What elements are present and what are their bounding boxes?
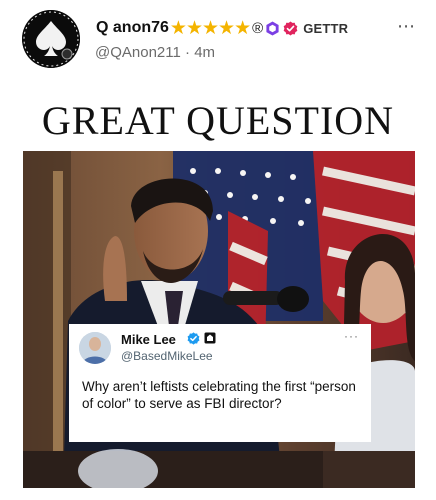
post-title: GREAT QUESTION bbox=[41, 98, 395, 143]
tweet-author-name[interactable]: Mike Lee bbox=[121, 332, 176, 347]
star-icon: ★ bbox=[169, 17, 187, 39]
spade-avatar-icon bbox=[22, 10, 80, 68]
more-options-button[interactable]: ⋯ bbox=[397, 16, 416, 37]
author-handle[interactable]: @QAnon211 bbox=[95, 44, 181, 61]
post-image[interactable]: Mike Lee ··· @BasedMikeLee Why aren’t le… bbox=[23, 151, 415, 488]
star-icon: ★ bbox=[185, 17, 203, 39]
affiliation-square-icon bbox=[204, 332, 216, 344]
tweet-author-avatar[interactable] bbox=[79, 332, 111, 364]
star-icon: ★ bbox=[234, 17, 252, 39]
author-name-row: Q anon76 ★ ★ ★ ★ ★ ® GETTR bbox=[96, 17, 348, 39]
verified-badge-icon bbox=[283, 20, 298, 36]
separator-dot: · bbox=[185, 44, 191, 61]
author-avatar[interactable] bbox=[22, 10, 80, 68]
post-time: 4m bbox=[194, 44, 216, 61]
tweet-avatar-photo bbox=[79, 332, 111, 364]
star-icon: ★ bbox=[218, 17, 236, 39]
tweet-author-handle[interactable]: @BasedMikeLee bbox=[121, 349, 213, 363]
tweet-verified-icon bbox=[187, 332, 200, 345]
star-icon: ★ bbox=[202, 17, 220, 39]
author-handle-row: @QAnon211 · 4m bbox=[95, 44, 215, 61]
embedded-tweet-card[interactable]: Mike Lee ··· @BasedMikeLee Why aren’t le… bbox=[69, 324, 371, 442]
platform-label: GETTR bbox=[303, 20, 349, 36]
author-display-name[interactable]: Q anon76 bbox=[96, 19, 169, 37]
tweet-text: Why aren’t leftists celebrating the firs… bbox=[82, 379, 356, 411]
registered-mark: ® bbox=[252, 19, 264, 37]
star-badges: ★ ★ ★ ★ ★ bbox=[169, 17, 252, 39]
post-header: Q anon76 ★ ★ ★ ★ ★ ® GETTR ⋯ @QAnon211 · 4m bbox=[0, 0, 436, 80]
tweet-more-button[interactable]: ··· bbox=[344, 329, 359, 343]
hexagon-badge-icon bbox=[266, 20, 279, 36]
